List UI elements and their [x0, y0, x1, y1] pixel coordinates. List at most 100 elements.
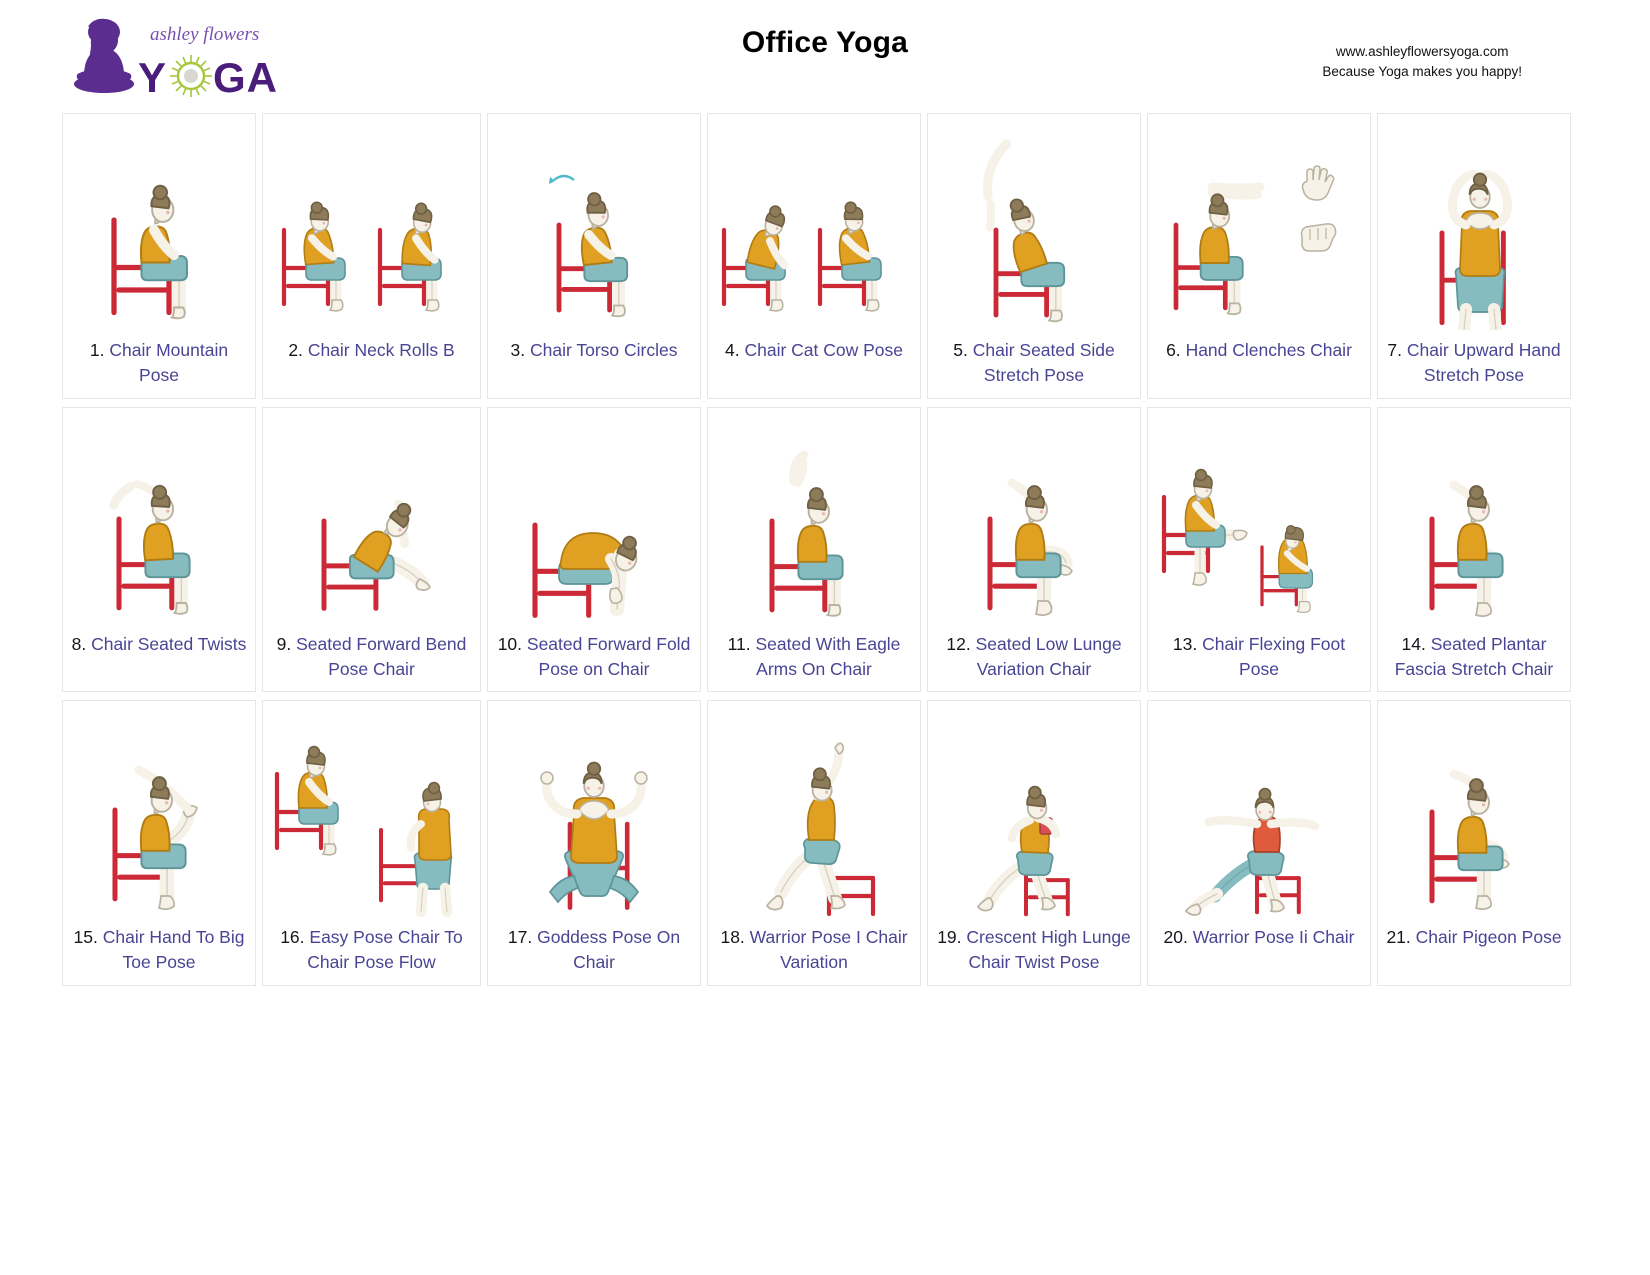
pose-card[interactable]: 3. Chair Torso Circles [487, 113, 701, 399]
pose-name: Chair Seated Twists [91, 633, 247, 654]
pose-number: 12. [946, 633, 971, 654]
pose-card[interactable]: 7. Chair Upward Hand Stretch Pose [1377, 113, 1571, 399]
pose-card[interactable]: 6. Hand Clenches Chair [1147, 113, 1371, 399]
pose-number: 15. [73, 927, 98, 948]
pose-number: 13. [1172, 633, 1198, 654]
pose-number: 21. [1386, 927, 1411, 948]
pose-illustration-seated-torso-circle [494, 118, 694, 330]
pose-caption: 11. Seated With Eagle Arms On Chair [714, 632, 914, 682]
pose-card[interactable]: 1. Chair Mountain Pose [62, 113, 256, 399]
pose-card[interactable]: 15. Chair Hand To Big Toe Pose [62, 700, 256, 987]
head [1009, 198, 1035, 232]
pose-caption: 17. Goddess Pose On Chair [494, 925, 694, 975]
pose-card[interactable]: 17. Goddess Pose On Chair [487, 700, 701, 987]
yoga-figure [377, 202, 442, 312]
tank-top [139, 814, 171, 853]
pose-name: Seated Low Lunge Variation Chair [975, 633, 1122, 679]
pose-number: 2. [288, 340, 303, 360]
pose-illustration-seated-leg-extend-pair [1154, 412, 1364, 624]
pose-number: 18. [720, 927, 745, 948]
pose-number: 1. [89, 340, 105, 360]
yoga-figure [1448, 170, 1512, 330]
pose-illustration-seated-upright-side [69, 118, 249, 330]
green-daisy-flower [170, 55, 212, 97]
pose-card[interactable]: 11. Seated With Eagle Arms On Chair [707, 406, 921, 693]
open-hand-icon [1301, 165, 1335, 201]
pose-card[interactable]: 21. Chair Pigeon Pose [1377, 700, 1571, 987]
pose-caption: 3. Chair Torso Circles [494, 338, 694, 363]
head [1024, 484, 1048, 522]
pose-caption: 5. Chair Seated Side Stretch Pose [934, 338, 1134, 388]
pose-name: Chair Upward Hand Stretch Pose [1406, 340, 1561, 385]
yoga-figure [769, 450, 844, 617]
yoga-figure [556, 192, 629, 318]
pose-card[interactable]: 5. Chair Seated Side Stretch Pose [927, 113, 1141, 399]
clenched-fist-icon [1300, 223, 1337, 252]
pose-caption: 19. Crescent High Lunge Chair Twist Pose [934, 925, 1134, 975]
head [810, 767, 833, 802]
yoga-figure [1161, 468, 1248, 586]
yoga-figure [765, 741, 846, 911]
pose-card[interactable]: 2. Chair Neck Rolls B [262, 113, 481, 399]
pose-caption: 1. Chair Mountain Pose [69, 338, 249, 388]
head [1208, 193, 1231, 228]
pose-name: Chair Neck Rolls B [307, 340, 455, 360]
yoga-figure [983, 139, 1066, 323]
pose-caption: 7. Chair Upward Hand Stretch Pose [1384, 338, 1564, 388]
pose-caption: 21. Chair Pigeon Pose [1384, 925, 1564, 950]
head [306, 746, 326, 777]
logo-yoga-text: Y [138, 54, 167, 100]
pose-card[interactable]: 20. Warrior Pose Ii Chair [1147, 700, 1371, 987]
head [1026, 786, 1048, 820]
pose-illustration-seated-forward-bend [269, 412, 474, 624]
head [412, 202, 432, 234]
yoga-figure [111, 184, 188, 320]
pose-illustration-seated-hand-to-toe [69, 705, 249, 917]
yoga-figure [987, 478, 1073, 616]
head [586, 192, 609, 227]
pose-name: Chair Cat Cow Pose [744, 340, 904, 360]
pose-card[interactable]: 9. Seated Forward Bend Pose Chair [262, 406, 481, 693]
pose-card[interactable]: 19. Crescent High Lunge Chair Twist Pose [927, 700, 1141, 987]
head [149, 776, 173, 814]
yoga-figure [1260, 524, 1314, 613]
site-url: www.ashleyflowersyoga.com [1335, 44, 1509, 59]
tank-top [1199, 226, 1230, 264]
motion-arrow [549, 174, 575, 184]
pose-number: 7. [1387, 340, 1403, 360]
pose-name: Warrior Pose Ii Chair [1192, 927, 1355, 948]
pose-card[interactable]: 4. Chair Cat Cow Pose [707, 113, 921, 399]
pose-card[interactable]: 8. Chair Seated Twists [62, 406, 256, 693]
tank-top [142, 522, 175, 562]
yoga-figure [274, 746, 339, 856]
pose-card[interactable]: 14. Seated Plantar Fascia Stretch Chair [1377, 406, 1571, 693]
pose-number: 14. [1401, 633, 1426, 654]
pose-card[interactable]: 13. Chair Flexing Foot Pose [1147, 406, 1371, 693]
yoga-figure [976, 786, 1061, 912]
pose-name: Seated Forward Bend Pose Chair [296, 633, 467, 679]
pose-name: Warrior Pose I Chair Variation [749, 927, 908, 973]
pose-number: 19. [937, 927, 962, 948]
yoga-figure-standing [379, 782, 453, 918]
pose-name: Seated With Eagle Arms On Chair [755, 633, 901, 679]
yoga-figure [721, 205, 789, 312]
pose-number: 5. [953, 340, 968, 360]
office-yoga-poster: ashley flowers Y GA Office Yoga www.ashl… [0, 0, 1650, 1275]
pose-card[interactable]: 16. Easy Pose Chair To Chair Pose Flow [262, 700, 481, 987]
pose-number: 8. [71, 633, 87, 654]
tank-top [1014, 522, 1046, 561]
pose-caption: 9. Seated Forward Bend Pose Chair [269, 632, 474, 682]
yoga-figure [1173, 182, 1265, 316]
yoga-figure [1429, 769, 1510, 911]
pose-card[interactable]: 12. Seated Low Lunge Variation Chair [927, 406, 1141, 693]
pose-illustration-goddess-cactus-arms-front [494, 705, 694, 917]
yoga-figure [321, 499, 431, 611]
pose-card[interactable]: 10. Seated Forward Fold Pose on Chair [487, 406, 701, 693]
pose-name: Chair Hand To Big Toe Pose [102, 927, 245, 973]
pose-caption: 18. Warrior Pose I Chair Variation [714, 925, 914, 975]
pose-illustration-seated-figure-four [934, 412, 1134, 624]
head [150, 184, 175, 223]
pose-name: Chair Flexing Foot Pose [1202, 633, 1346, 679]
pose-card[interactable]: 18. Warrior Pose I Chair Variation [707, 700, 921, 987]
pose-caption: 2. Chair Neck Rolls B [269, 338, 474, 363]
